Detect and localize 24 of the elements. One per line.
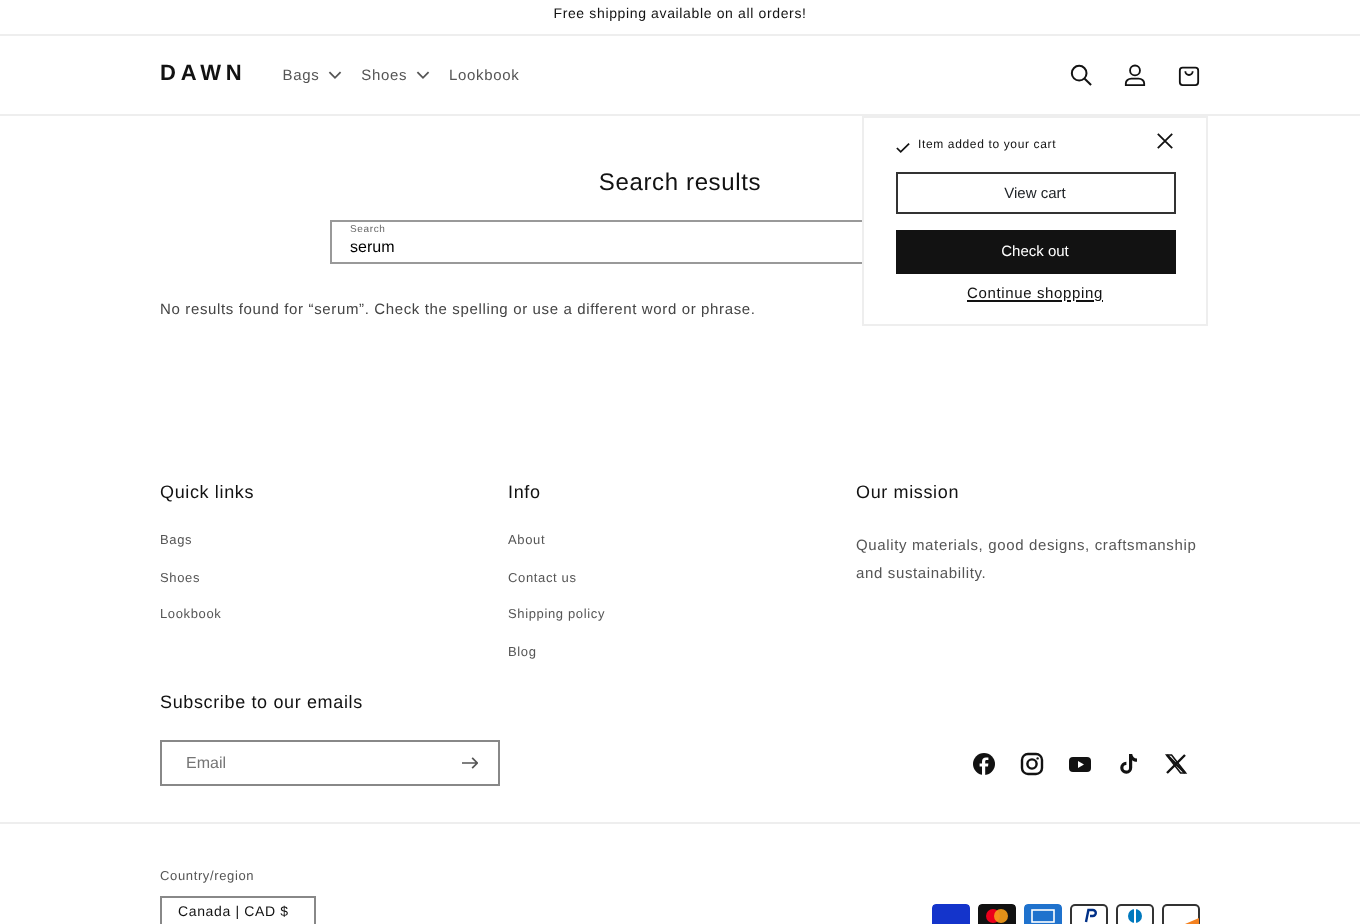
tiktok-icon[interactable]: [1116, 751, 1140, 776]
email-field[interactable]: Email: [160, 740, 500, 787]
footer-heading: Our mission: [856, 480, 962, 507]
payment-card-icon: [932, 904, 970, 924]
payment-card-icon: [1116, 904, 1154, 924]
payment-card-icon: [978, 904, 1016, 924]
close-icon[interactable]: [1156, 132, 1174, 150]
account-icon[interactable]: [1124, 64, 1146, 86]
cart-icon[interactable]: [1178, 64, 1200, 86]
checkmark-icon: [896, 141, 910, 153]
footer-heading: Quick links: [160, 480, 257, 507]
youtube-icon[interactable]: [1068, 751, 1092, 776]
subscribe-heading: Subscribe to our emails: [160, 689, 365, 716]
search-icon[interactable]: [1070, 64, 1092, 86]
payment-card-icon: [1070, 904, 1108, 924]
store-logo[interactable]: DAWN: [160, 58, 247, 92]
page-title: Search results: [598, 166, 762, 200]
facebook-icon[interactable]: [972, 751, 996, 776]
payment-card-icon: [1024, 904, 1062, 924]
footer-heading: Info: [508, 480, 543, 507]
arrow-icon[interactable]: [461, 756, 478, 771]
payment-card-icon: [1162, 904, 1200, 924]
x-logo-icon[interactable]: [1164, 751, 1188, 776]
instagram-icon[interactable]: [1020, 751, 1044, 776]
